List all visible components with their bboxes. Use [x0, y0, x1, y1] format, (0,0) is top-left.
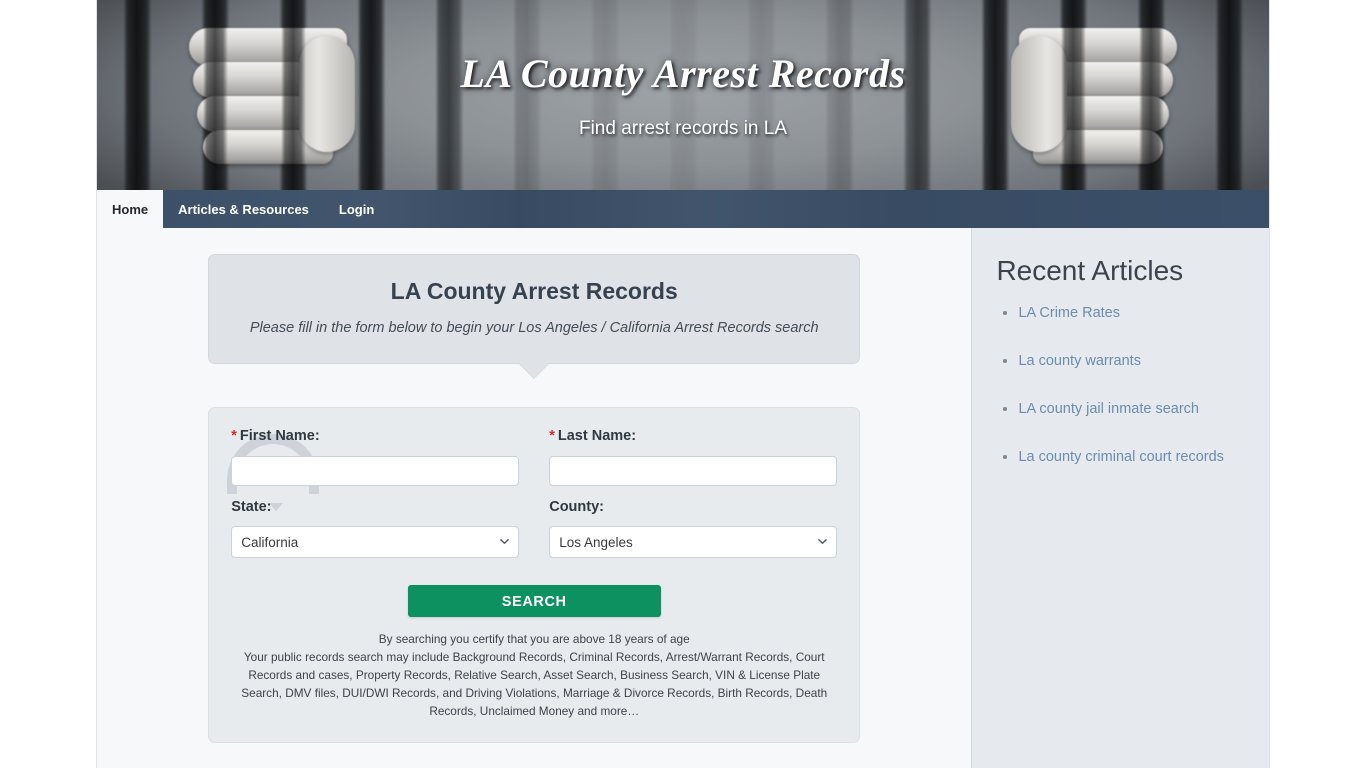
county-field-group: County: Los Angeles	[549, 498, 838, 559]
county-select[interactable]: Los Angeles	[549, 526, 838, 559]
main-column: LA County Arrest Records Please fill in …	[97, 228, 971, 768]
callout-subtitle: Please fill in the form below to begin y…	[249, 319, 819, 336]
last-name-field-group: * Last Name:	[549, 428, 838, 486]
nav-item-articles-resources[interactable]: Articles & Resources	[163, 190, 324, 228]
sidebar-title: Recent Articles	[996, 255, 1184, 286]
sidebar: Recent Articles LA Crime Rates La county…	[971, 228, 1269, 768]
age-certification-text: By searching you certify that you are ab…	[378, 632, 690, 647]
last-name-label-text: Last Name:	[557, 428, 637, 445]
nav-item-login[interactable]: Login	[324, 190, 389, 228]
list-item: LA Crime Rates	[1018, 302, 1245, 325]
required-star: *	[549, 428, 555, 445]
intro-callout: LA County Arrest Records Please fill in …	[208, 254, 861, 379]
first-name-field-group: * First Name:	[231, 428, 520, 486]
list-item: LA county jail inmate search	[1018, 398, 1245, 421]
row-spacer	[231, 486, 837, 499]
sidebar-link-jail-inmate-search[interactable]: LA county jail inmate search	[1018, 401, 1199, 417]
page-root: LA County Arrest Records Find arrest rec…	[0, 0, 1366, 768]
site-title: LA County Arrest Records	[460, 51, 906, 96]
site-tagline: Find arrest records in LA	[578, 118, 788, 139]
location-field-row: State: California County: Los Angeles	[231, 498, 838, 559]
nav-item-home[interactable]: Home	[97, 190, 164, 228]
list-item: La county criminal court records	[1018, 446, 1245, 469]
recent-articles-list: LA Crime Rates La county warrants LA cou…	[996, 302, 1245, 470]
state-select[interactable]: California	[231, 526, 520, 559]
last-name-label: * Last Name:	[549, 428, 837, 445]
county-label: County:	[549, 498, 604, 515]
site-container: LA County Arrest Records Find arrest rec…	[96, 0, 1270, 768]
sidebar-link-criminal-court-records[interactable]: La county criminal court records	[1018, 449, 1224, 465]
state-label: State:	[231, 498, 272, 515]
last-name-input[interactable]	[549, 455, 838, 486]
first-name-input[interactable]	[231, 455, 520, 486]
first-name-label-text: First Name:	[239, 428, 320, 445]
sidebar-link-la-crime-rates[interactable]: LA Crime Rates	[1018, 305, 1120, 321]
state-field-group: State: California	[231, 498, 520, 559]
sidebar-link-la-county-warrants[interactable]: La county warrants	[1018, 353, 1141, 369]
records-scope-text: Your public records search may include B…	[241, 650, 828, 719]
disclaimer-text: By searching you certify that you are ab…	[237, 630, 831, 720]
callout-tail-triangle	[519, 363, 550, 379]
required-star: *	[231, 428, 237, 445]
list-item: La county warrants	[1018, 350, 1245, 373]
name-field-row: * First Name: * Last Name:	[231, 428, 838, 486]
banner-text-block: LA County Arrest Records Find arrest rec…	[97, 0, 1269, 190]
search-form-panel: * First Name: * Last Name: State: Califo…	[208, 407, 861, 744]
content-area: LA County Arrest Records Please fill in …	[97, 228, 1269, 768]
callout-title: LA County Arrest Records	[390, 278, 678, 304]
main-navigation: Home Articles & Resources Login	[97, 190, 1269, 228]
site-banner: LA County Arrest Records Find arrest rec…	[97, 0, 1269, 190]
search-button[interactable]: SEARCH	[407, 585, 661, 618]
search-button-wrap: SEARCH	[231, 585, 837, 618]
first-name-label: * First Name:	[231, 428, 519, 445]
state-select-wrap: California	[231, 526, 520, 559]
county-select-wrap: Los Angeles	[549, 526, 838, 559]
